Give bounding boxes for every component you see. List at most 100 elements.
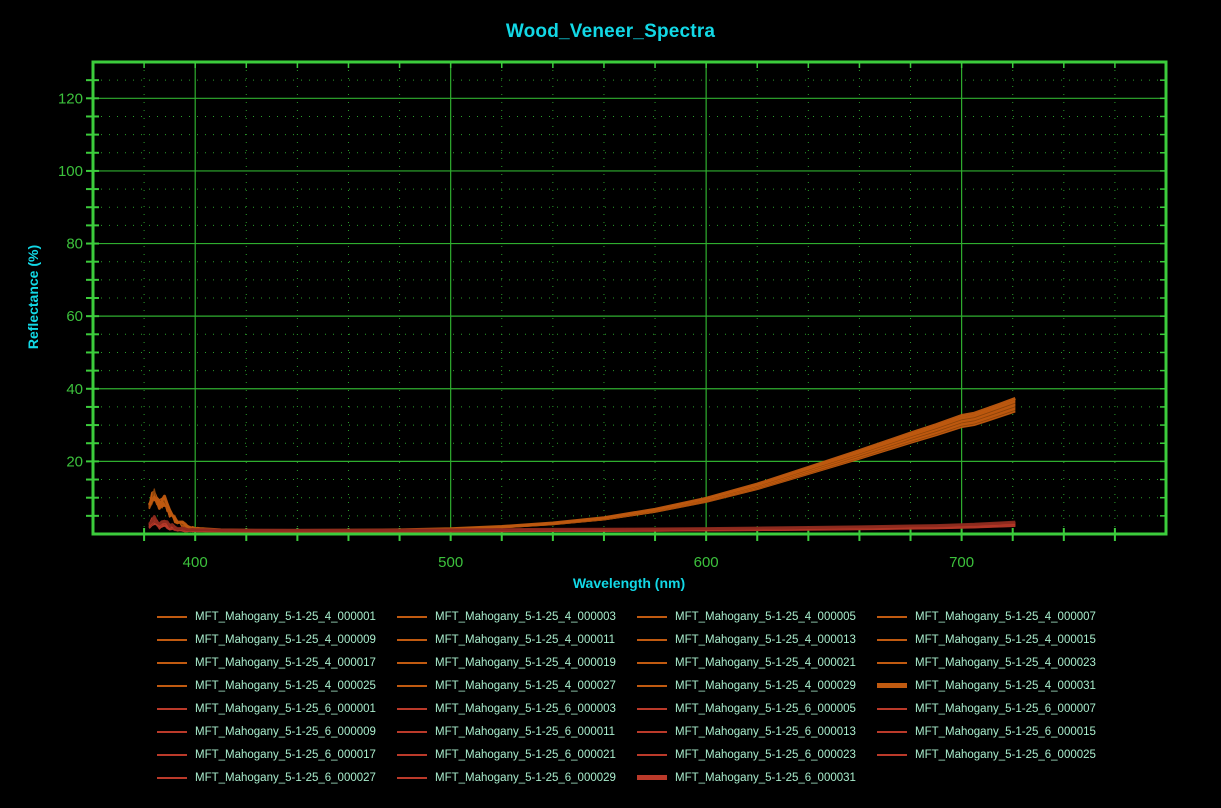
legend-label: MFT_Mahogany_5-1-25_6_000013 xyxy=(675,725,856,738)
legend-label: MFT_Mahogany_5-1-25_4_000001 xyxy=(195,610,376,623)
legend-label: MFT_Mahogany_5-1-25_6_000001 xyxy=(195,702,376,715)
legend-line-swatch xyxy=(397,684,427,687)
legend-item: MFT_Mahogany_5-1-25_4_000015 xyxy=(877,628,1117,651)
x-axis-label: Wavelength (nm) xyxy=(572,575,686,591)
legend-label: MFT_Mahogany_5-1-25_6_000025 xyxy=(915,748,1096,761)
legend-line-swatch xyxy=(637,661,667,664)
legend-item: MFT_Mahogany_5-1-25_4_000017 xyxy=(157,651,397,674)
x-tick-label: 700 xyxy=(949,554,974,571)
legend-label: MFT_Mahogany_5-1-25_4_000031 xyxy=(915,679,1096,692)
x-tick-label: 600 xyxy=(694,554,719,571)
legend-label: MFT_Mahogany_5-1-25_4_000015 xyxy=(915,633,1096,646)
legend-line-swatch xyxy=(877,707,907,710)
legend-label: MFT_Mahogany_5-1-25_4_000027 xyxy=(435,679,616,692)
legend-item: MFT_Mahogany_5-1-25_4_000021 xyxy=(637,651,877,674)
legend-item: MFT_Mahogany_5-1-25_4_000027 xyxy=(397,674,637,697)
legend-line-swatch xyxy=(157,753,187,756)
legend-label: MFT_Mahogany_5-1-25_6_000027 xyxy=(195,771,376,784)
y-tick-label: 60 xyxy=(66,308,83,325)
legend-item: MFT_Mahogany_5-1-25_4_000025 xyxy=(157,674,397,697)
legend-line-swatch xyxy=(397,707,427,710)
legend-line-swatch xyxy=(397,730,427,733)
legend-item: MFT_Mahogany_5-1-25_6_000009 xyxy=(157,720,397,743)
y-tick-label: 80 xyxy=(66,236,83,253)
legend-line-swatch xyxy=(637,753,667,756)
legend-item: MFT_Mahogany_5-1-25_6_000025 xyxy=(877,743,1117,766)
legend-label: MFT_Mahogany_5-1-25_4_000009 xyxy=(195,633,376,646)
legend-label: MFT_Mahogany_5-1-25_4_000003 xyxy=(435,610,616,623)
legend-line-swatch xyxy=(637,638,667,641)
legend-item: MFT_Mahogany_5-1-25_6_000029 xyxy=(397,766,637,789)
legend-item: MFT_Mahogany_5-1-25_6_000011 xyxy=(397,720,637,743)
legend-label: MFT_Mahogany_5-1-25_6_000031 xyxy=(675,771,856,784)
legend-item: MFT_Mahogany_5-1-25_4_000029 xyxy=(637,674,877,697)
y-axis-label: Reflectance (%) xyxy=(25,244,41,350)
legend-line-swatch xyxy=(397,776,427,779)
legend-line-swatch xyxy=(157,707,187,710)
series-line xyxy=(148,401,1016,532)
legend-line-swatch xyxy=(397,615,427,618)
legend-label: MFT_Mahogany_5-1-25_4_000019 xyxy=(435,656,616,669)
legend-item: MFT_Mahogany_5-1-25_4_000003 xyxy=(397,605,637,628)
legend-line-swatch xyxy=(157,615,187,618)
spectra-figure: Wood_Veneer_Spectra 400 500 600 700 20 40 60 80… xyxy=(0,0,1221,808)
series-line xyxy=(148,407,1016,532)
series-line xyxy=(148,403,1016,532)
legend-item: MFT_Mahogany_5-1-25_4_000005 xyxy=(637,605,877,628)
legend-label: MFT_Mahogany_5-1-25_4_000029 xyxy=(675,679,856,692)
legend-line-swatch xyxy=(397,661,427,664)
legend-line-swatch xyxy=(637,615,667,618)
y-tick-label: 100 xyxy=(58,163,83,180)
legend-label: MFT_Mahogany_5-1-25_6_000003 xyxy=(435,702,616,715)
legend-label: MFT_Mahogany_5-1-25_6_000011 xyxy=(435,725,616,738)
series-line xyxy=(148,409,1016,532)
legend-label: MFT_Mahogany_5-1-25_6_000009 xyxy=(195,725,376,738)
legend-line-swatch xyxy=(877,683,907,688)
legend-line-swatch xyxy=(877,615,907,618)
legend-line-swatch xyxy=(397,753,427,756)
series-line xyxy=(147,396,1016,532)
legend-item: MFT_Mahogany_5-1-25_4_000013 xyxy=(637,628,877,651)
legend-item: MFT_Mahogany_5-1-25_4_000007 xyxy=(877,605,1117,628)
legend-line-swatch xyxy=(637,775,667,780)
legend-line-swatch xyxy=(637,730,667,733)
y-tick-label: 20 xyxy=(66,453,83,470)
legend-label: MFT_Mahogany_5-1-25_6_000015 xyxy=(915,725,1096,738)
series-line xyxy=(148,406,1016,532)
series-line xyxy=(148,408,1016,532)
legend-item: MFT_Mahogany_5-1-25_6_000007 xyxy=(877,697,1117,720)
legend-item: MFT_Mahogany_5-1-25_4_000011 xyxy=(397,628,637,651)
legend-label: MFT_Mahogany_5-1-25_6_000007 xyxy=(915,702,1096,715)
legend-item: MFT_Mahogany_5-1-25_4_000019 xyxy=(397,651,637,674)
legend-item: MFT_Mahogany_5-1-25_6_000027 xyxy=(157,766,397,789)
legend-label: MFT_Mahogany_5-1-25_6_000029 xyxy=(435,771,616,784)
legend-item: MFT_Mahogany_5-1-25_6_000023 xyxy=(637,743,877,766)
legend-line-swatch xyxy=(157,684,187,687)
y-tick-label: 120 xyxy=(58,90,83,107)
legend-line-swatch xyxy=(637,684,667,687)
legend-label: MFT_Mahogany_5-1-25_6_000023 xyxy=(675,748,856,761)
legend-label: MFT_Mahogany_5-1-25_4_000025 xyxy=(195,679,376,692)
legend-line-swatch xyxy=(157,730,187,733)
legend-label: MFT_Mahogany_5-1-25_4_000021 xyxy=(675,656,856,669)
series-line xyxy=(148,400,1016,532)
legend-item: MFT_Mahogany_5-1-25_4_000009 xyxy=(157,628,397,651)
legend-label: MFT_Mahogany_5-1-25_4_000023 xyxy=(915,656,1096,669)
legend-item: MFT_Mahogany_5-1-25_6_000015 xyxy=(877,720,1117,743)
legend: MFT_Mahogany_5-1-25_4_000001 MFT_Mahogany… xyxy=(157,605,1117,789)
legend-item: MFT_Mahogany_5-1-25_6_000031 xyxy=(637,766,877,789)
series-line xyxy=(148,398,1016,532)
legend-item: MFT_Mahogany_5-1-25_4_000001 xyxy=(157,605,397,628)
legend-label: MFT_Mahogany_5-1-25_6_000005 xyxy=(675,702,856,715)
legend-line-swatch xyxy=(877,753,907,756)
y-tick-label: 40 xyxy=(66,381,83,398)
series-line xyxy=(148,402,1016,532)
x-tick-label: 400 xyxy=(183,554,208,571)
legend-item: MFT_Mahogany_5-1-25_6_000001 xyxy=(157,697,397,720)
legend-item: MFT_Mahogany_5-1-25_4_000031 xyxy=(877,674,1117,697)
legend-line-swatch xyxy=(877,638,907,641)
x-tick-label: 500 xyxy=(438,554,463,571)
legend-item: MFT_Mahogany_5-1-25_6_000005 xyxy=(637,697,877,720)
legend-label: MFT_Mahogany_5-1-25_6_000021 xyxy=(435,748,616,761)
legend-item: MFT_Mahogany_5-1-25_6_000017 xyxy=(157,743,397,766)
